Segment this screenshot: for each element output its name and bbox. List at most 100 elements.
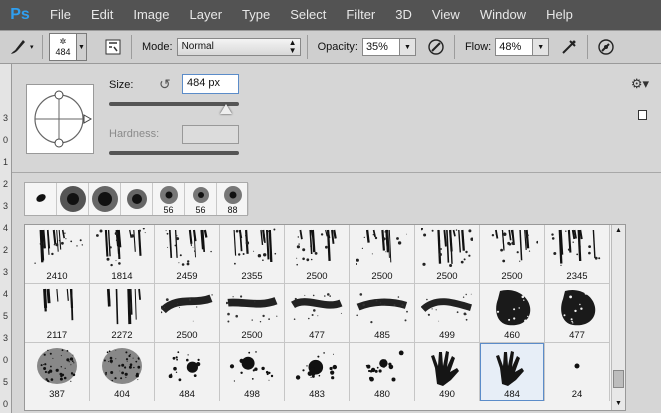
menu-file[interactable]: File <box>40 0 81 30</box>
brush-preset[interactable]: 2345 <box>545 225 609 283</box>
opacity-field[interactable]: 35% <box>361 38 400 56</box>
recent-brush[interactable] <box>121 183 153 215</box>
brush-preset[interactable]: 1814 <box>90 225 154 283</box>
brush-preset[interactable]: 499 <box>415 284 479 342</box>
brush-thumbnail <box>34 229 83 264</box>
brush-thumbnail <box>161 294 213 322</box>
brush-tool-icon[interactable] <box>6 35 30 59</box>
ruler-number: 0 <box>2 135 8 145</box>
brush-preset[interactable]: 2500 <box>350 225 414 283</box>
scroll-down-icon[interactable]: ▼ <box>612 398 625 410</box>
new-preset-icon[interactable] <box>638 110 647 120</box>
brush-preset[interactable]: 485 <box>350 284 414 342</box>
ruler-number: 0 <box>2 355 8 365</box>
size-label: Size: <box>109 79 134 91</box>
brush-tip-icon <box>59 186 86 212</box>
brush-preset[interactable]: 2500 <box>285 225 349 283</box>
opacity-label: Opacity: <box>317 41 358 53</box>
brush-size-label: 460 <box>504 330 520 341</box>
brush-thumbnail <box>356 229 407 265</box>
brush-preset[interactable]: 2459 <box>155 225 219 283</box>
reset-size-icon[interactable]: ↺ <box>159 76 171 93</box>
recent-brush[interactable] <box>57 183 89 215</box>
ruler-number: 1 <box>2 157 8 167</box>
brush-size-label: 483 <box>309 389 325 400</box>
brush-preset[interactable]: 2272 <box>90 284 154 342</box>
brush-preset[interactable]: 484 <box>480 343 544 401</box>
tool-preset-arrow-icon[interactable]: ▾ <box>30 43 36 51</box>
flow-dropdown[interactable]: ▼ <box>533 38 550 56</box>
pressure-size-icon[interactable] <box>594 35 618 59</box>
brush-preset[interactable]: 2500 <box>480 225 544 283</box>
brush-thumbnail <box>421 228 473 267</box>
brush-preset[interactable]: 483 <box>285 343 349 401</box>
airbrush-icon[interactable] <box>557 35 581 59</box>
recent-brush[interactable]: 88 <box>217 183 249 215</box>
brush-thumbnail <box>295 352 337 380</box>
menu-image[interactable]: Image <box>123 0 179 30</box>
brush-preset[interactable]: 484 <box>155 343 219 401</box>
brush-preset[interactable]: 2410 <box>25 225 89 283</box>
brush-thumbnail <box>491 229 538 263</box>
brush-size-label: 484 <box>179 389 195 400</box>
menu-window[interactable]: Window <box>470 0 536 30</box>
brush-preset-dropdown[interactable]: ▼ <box>77 33 87 61</box>
separator <box>587 35 589 59</box>
separator <box>131 35 132 59</box>
size-slider-thumb[interactable] <box>220 104 232 114</box>
brush-preset[interactable]: 460 <box>480 284 544 342</box>
brush-preset[interactable]: 387 <box>25 343 89 401</box>
brush-preset[interactable]: 498 <box>220 343 284 401</box>
menu-edit[interactable]: Edit <box>81 0 123 30</box>
hardness-slider-track <box>109 151 239 155</box>
brush-size-label: 480 <box>374 389 390 400</box>
size-field[interactable]: 484 px <box>182 74 239 94</box>
brush-preset[interactable]: 2117 <box>25 284 89 342</box>
brush-thumbnail <box>226 295 278 323</box>
menu-layer[interactable]: Layer <box>180 0 233 30</box>
brush-preset[interactable]: 477 <box>545 284 609 342</box>
menu-select[interactable]: Select <box>280 0 336 30</box>
brush-size-label: 485 <box>374 330 390 341</box>
brush-preset[interactable]: 480 <box>350 343 414 401</box>
brush-preset[interactable]: 2355 <box>220 225 284 283</box>
scroll-up-icon[interactable]: ▲ <box>612 225 625 237</box>
brush-preset[interactable]: 2500 <box>220 284 284 342</box>
opacity-dropdown[interactable]: ▼ <box>399 38 416 56</box>
brush-thumbnail <box>421 293 472 322</box>
recent-brush[interactable] <box>89 183 121 215</box>
brush-panel-toggle-icon[interactable] <box>101 35 125 59</box>
menu-filter[interactable]: Filter <box>336 0 385 30</box>
ruler-number: 4 <box>2 223 8 233</box>
brush-preset-picker[interactable]: ✲ 484 <box>49 33 77 61</box>
brush-grid-cells: 2410 1814 2459 2355 2500 2500 2500 2500 2345 2117… <box>25 225 610 401</box>
brush-tip-preview[interactable] <box>26 84 94 154</box>
recent-brushes: 56 56 88 <box>24 182 249 216</box>
brush-size-label: 404 <box>114 389 130 400</box>
scroll-thumb[interactable] <box>613 370 624 388</box>
brush-size-label: 2410 <box>46 271 68 282</box>
mode-select[interactable]: Normal ▲ ▼ <box>176 38 301 56</box>
ruler-number: 3 <box>2 267 8 277</box>
flow-field[interactable]: 48% <box>495 38 534 56</box>
menu-type[interactable]: Type <box>232 0 280 30</box>
recent-brush[interactable] <box>25 183 57 215</box>
brush-preset[interactable]: 2500 <box>415 225 479 283</box>
pressure-opacity-icon[interactable] <box>424 35 448 59</box>
brush-preset[interactable]: 2500 <box>155 284 219 342</box>
menu-view[interactable]: View <box>422 0 470 30</box>
menu-help[interactable]: Help <box>536 0 583 30</box>
brush-thumbnail <box>96 228 146 267</box>
brush-thumbnail <box>233 228 277 265</box>
recent-brush[interactable]: 56 <box>153 183 185 215</box>
brush-preset[interactable]: 404 <box>90 343 154 401</box>
brush-size-label: 490 <box>439 389 455 400</box>
brush-preset[interactable]: 24 <box>545 343 609 401</box>
brush-preset[interactable]: 477 <box>285 284 349 342</box>
grid-scrollbar[interactable]: ▲ ▼ <box>611 225 625 410</box>
mode-value: Normal <box>181 41 214 52</box>
gear-icon[interactable]: ⚙▾ <box>631 76 649 92</box>
recent-brush[interactable]: 56 <box>185 183 217 215</box>
menu-3d[interactable]: 3D <box>385 0 422 30</box>
brush-preset[interactable]: 490 <box>415 343 479 401</box>
